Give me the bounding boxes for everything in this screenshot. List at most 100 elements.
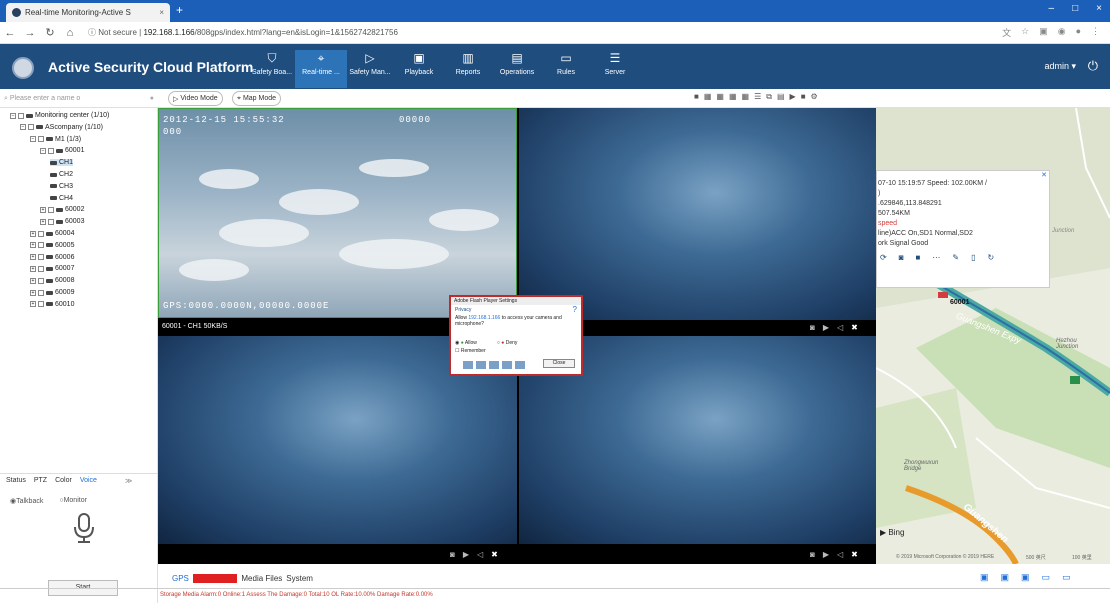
layout-list-icon[interactable]: ☰ — [754, 92, 761, 102]
close-video-icon[interactable]: ✖ — [851, 323, 858, 332]
nav-bar-chart[interactable]: ▥ Reports — [442, 50, 494, 88]
nav-operations[interactable]: ▤ Operations — [491, 50, 543, 88]
tree-node[interactable]: +60006 — [30, 254, 74, 261]
translate-icon[interactable]: 文 — [1002, 26, 1011, 39]
expand-icon[interactable]: + — [30, 230, 36, 237]
checkbox-icon[interactable] — [38, 136, 44, 143]
chrome-sync-icon[interactable]: ◉ — [1058, 26, 1066, 39]
expand-icon[interactable]: + — [40, 218, 46, 225]
layout-more-icon[interactable]: ▤ — [777, 92, 785, 102]
expand-icon[interactable]: − — [40, 147, 46, 154]
tab-status[interactable]: Status — [6, 477, 26, 485]
tab-close-icon[interactable]: × — [159, 8, 164, 17]
more-icon[interactable]: ⋯ — [932, 253, 940, 263]
checkbox-icon[interactable] — [38, 277, 44, 284]
lock-2-icon[interactable]: ▣ — [1001, 572, 1010, 583]
checkbox-icon[interactable] — [38, 265, 44, 272]
display-tab-icon[interactable] — [463, 361, 473, 369]
stop-all-icon[interactable]: ■ — [801, 92, 806, 102]
play-icon[interactable]: ▶ — [463, 550, 469, 559]
volume-icon[interactable]: ◁ — [837, 550, 843, 559]
home-icon[interactable]: ⌂ — [60, 27, 80, 39]
video-cell-2[interactable] — [519, 108, 876, 320]
snapshot-icon[interactable]: ◙ — [450, 550, 455, 559]
search-clear-icon[interactable]: ● — [150, 95, 154, 102]
popup-close-icon[interactable]: ✕ — [1041, 171, 1047, 181]
tree-node[interactable]: CH1 — [50, 159, 74, 167]
privacy-tab-icon[interactable] — [476, 361, 486, 369]
tab-gps[interactable]: GPS — [172, 574, 189, 583]
tab-media-files[interactable]: Media Files — [241, 574, 282, 583]
checkbox-icon[interactable] — [38, 242, 44, 249]
tab-system[interactable]: System — [286, 574, 313, 583]
reload-icon[interactable]: ↻ — [40, 26, 60, 39]
expand-icon[interactable]: + — [40, 206, 46, 213]
expand-icon[interactable]: − — [10, 112, 16, 119]
playback-icon[interactable]: ⟳ — [880, 253, 887, 263]
tree-node[interactable]: +60007 — [30, 265, 74, 272]
video-icon[interactable]: ■ — [916, 253, 921, 263]
checkbox-icon[interactable] — [38, 230, 44, 237]
snapshot-icon[interactable]: ◙ — [810, 550, 815, 559]
tree-node[interactable]: CH3 — [50, 183, 73, 190]
tree-node[interactable]: +60002 — [40, 206, 84, 213]
menu-icon[interactable]: ⋮ — [1091, 26, 1100, 39]
nav-rules[interactable]: ▭ Rules — [540, 50, 592, 88]
tree-node[interactable]: +60008 — [30, 277, 74, 284]
new-tab-button[interactable]: + — [176, 3, 183, 17]
tree-node[interactable]: +60004 — [30, 230, 74, 237]
tools-icon[interactable]: ✎ — [952, 253, 959, 263]
bookmark-star-icon[interactable]: ☆ — [1021, 26, 1029, 39]
settings-gear-icon[interactable]: ⚙ — [811, 92, 818, 102]
layout-1-icon[interactable]: ■ — [694, 92, 699, 102]
vehicle-marker-icon[interactable] — [938, 292, 948, 298]
expand-icon[interactable]: + — [30, 301, 36, 308]
tab-color[interactable]: Color — [55, 477, 72, 485]
expand-icon[interactable]: − — [30, 136, 36, 143]
layout-8-icon[interactable]: ▦ — [729, 92, 737, 102]
storage-tab-icon[interactable] — [489, 361, 499, 369]
play-icon[interactable]: ▶ — [823, 550, 829, 559]
tree-node[interactable]: CH2 — [50, 171, 73, 178]
play-icon[interactable]: ▶ — [823, 323, 829, 332]
close-video-icon[interactable]: ✖ — [491, 550, 498, 559]
close-window-icon[interactable]: × — [1096, 3, 1102, 14]
microphone-icon[interactable] — [72, 513, 96, 543]
tree-node[interactable]: +60009 — [30, 289, 74, 296]
expand-icon[interactable]: + — [30, 254, 36, 261]
user-menu[interactable]: admin ▾ — [1044, 61, 1076, 72]
map-mode-button[interactable]: ⌖ Map Mode — [232, 91, 282, 106]
tree-node[interactable]: − AScompany (1/10) — [20, 124, 103, 131]
tree-node[interactable]: CH4 — [50, 195, 73, 202]
tree-node[interactable]: +60010 — [30, 301, 74, 308]
tree-node[interactable]: +60005 — [30, 242, 74, 249]
checkbox-icon[interactable] — [28, 124, 34, 131]
allow-radio[interactable]: ◉ ● Allow — [455, 340, 477, 346]
checkbox-icon[interactable] — [38, 289, 44, 296]
vehicle-search[interactable]: ⌕ Please enter a name o ● — [4, 91, 154, 106]
back-icon[interactable]: ← — [0, 27, 20, 39]
tree-node[interactable]: − M1 (1/3) — [30, 136, 81, 143]
nav-server[interactable]: ☰ Server — [589, 50, 641, 88]
expand-icon[interactable]: + — [30, 289, 36, 296]
nav-playback[interactable]: ▣ Playback — [393, 50, 445, 88]
tree-node[interactable]: − 60001 — [40, 147, 84, 154]
fullscreen-layout-icon[interactable]: ⧉ — [766, 92, 772, 102]
tab-alarm-info[interactable]: Alarm Info — [192, 574, 238, 583]
volume-icon[interactable]: ◁ — [837, 323, 843, 332]
tree-node[interactable]: − Monitoring center (1/10) — [10, 112, 109, 119]
url-field[interactable]: ⓘ Not secure | 192.168.1.166/808gps/inde… — [88, 27, 398, 38]
layout-4-icon[interactable]: ▦ — [704, 92, 712, 102]
monitor-radio[interactable]: ○Monitor — [59, 497, 87, 505]
close-video-icon[interactable]: ✖ — [851, 550, 858, 559]
expand-icon[interactable]: − — [20, 124, 26, 131]
checkbox-icon[interactable] — [48, 206, 54, 213]
remember-checkbox[interactable]: ☐ Remember — [455, 348, 486, 354]
camera-tab-icon[interactable] — [515, 361, 525, 369]
lock-icon[interactable]: ▣ — [980, 572, 989, 583]
layout-9-icon[interactable]: ▦ — [742, 92, 750, 102]
tab-ptz[interactable]: PTZ — [34, 477, 47, 485]
checkbox-icon[interactable] — [38, 254, 44, 261]
refresh-icon[interactable]: ↻ — [988, 253, 995, 263]
tab-voice[interactable]: Voice — [80, 477, 97, 485]
